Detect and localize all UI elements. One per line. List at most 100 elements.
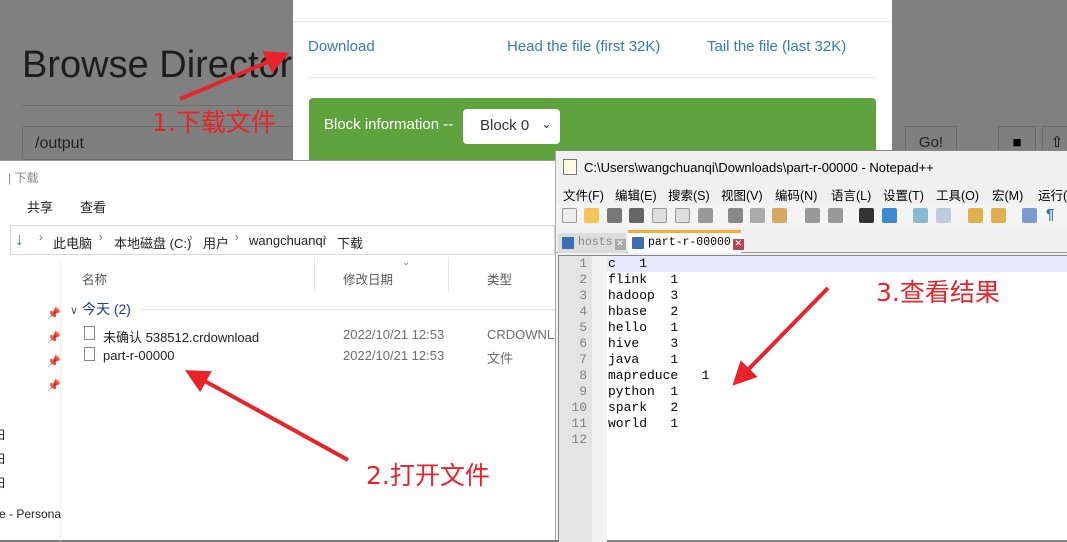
column-header-type[interactable]: 类型 bbox=[487, 269, 512, 288]
copy-icon[interactable] bbox=[750, 208, 765, 223]
head-file-link[interactable]: Head the file (first 32K) bbox=[507, 38, 660, 55]
file-row[interactable]: 未确认 538512.crdownload 2022/10/21 12:53 C… bbox=[62, 324, 564, 345]
chevron-right-icon: › bbox=[99, 232, 103, 244]
saved-file-icon bbox=[562, 237, 574, 249]
tail-file-link[interactable]: Tail the file (last 32K) bbox=[707, 38, 846, 55]
word-wrap-icon[interactable] bbox=[1022, 208, 1037, 223]
window-title: C:\Users\wangchuanqi\Downloads\part-r-00… bbox=[584, 160, 934, 175]
menu-bar: 文件(F) 编辑(E) 搜索(S) 视图(V) 编码(N) 语言(L) 设置(T… bbox=[556, 183, 1067, 203]
file-icon bbox=[84, 326, 95, 340]
show-all-characters-icon[interactable]: ¶ bbox=[1046, 206, 1054, 223]
annotation-step1: 1.下载文件 bbox=[152, 108, 276, 137]
chevron-right-icon: › bbox=[235, 232, 239, 244]
group-header-today[interactable]: ∨ 今天 (2) bbox=[70, 299, 131, 319]
file-name: part-r-00000 bbox=[103, 348, 175, 363]
divider bbox=[60, 261, 61, 541]
menu-file[interactable]: 文件(F) bbox=[563, 185, 604, 204]
pin-icon[interactable]: 📌 bbox=[47, 379, 61, 392]
open-file-icon[interactable] bbox=[584, 208, 599, 223]
download-arrow-icon: ↓ bbox=[15, 229, 24, 249]
sort-chevron-icon: ⌄ bbox=[402, 257, 411, 268]
menu-search[interactable]: 搜索(S) bbox=[668, 185, 710, 204]
fold-margin bbox=[592, 256, 607, 542]
breadcrumb-item[interactable]: 本地磁盘 (C:) bbox=[114, 233, 191, 252]
page-title: Browse Director bbox=[22, 44, 293, 86]
sync-horizontal-icon[interactable] bbox=[991, 208, 1006, 223]
divider bbox=[293, 21, 892, 22]
nav-item[interactable]: 日 bbox=[0, 426, 6, 443]
menu-edit[interactable]: 编辑(E) bbox=[615, 185, 657, 204]
save-icon[interactable] bbox=[607, 208, 622, 223]
close-icon[interactable] bbox=[652, 208, 667, 223]
replace-icon[interactable] bbox=[882, 208, 897, 223]
file-icon bbox=[84, 347, 95, 361]
block-label: Block information -- bbox=[324, 116, 454, 133]
nav-item[interactable]: 日 bbox=[0, 450, 6, 467]
address-bar[interactable]: ↓ › 此电脑 › 本地磁盘 (C:) › 用户 › wangchuanqi ›… bbox=[10, 225, 555, 255]
redo-icon[interactable] bbox=[828, 208, 843, 223]
zoom-in-icon[interactable] bbox=[913, 208, 928, 223]
save-all-icon[interactable] bbox=[629, 208, 644, 223]
pin-icon[interactable]: 📌 bbox=[47, 355, 61, 368]
file-date: 2022/10/21 12:53 bbox=[343, 348, 445, 363]
toolbar: ¶ bbox=[556, 204, 1067, 228]
divider bbox=[448, 257, 449, 291]
file-info-modal: Download Head the file (first 32K) Tail … bbox=[293, 0, 892, 165]
nav-item[interactable]: e - Persona bbox=[0, 507, 61, 521]
menu-language[interactable]: 语言(L) bbox=[831, 185, 871, 204]
line-number-gutter: 1 2 3 4 5 6 7 8 9 10 11 12 bbox=[559, 256, 592, 542]
new-file-icon[interactable] bbox=[562, 208, 577, 223]
breadcrumb-item[interactable]: 用户 bbox=[203, 233, 229, 252]
chevron-right-icon: › bbox=[39, 232, 43, 244]
close-tab-icon[interactable]: ✕ bbox=[732, 239, 744, 250]
chevron-right-icon: › bbox=[189, 232, 193, 244]
notepad-plus-plus-window: C:\Users\wangchuanqi\Downloads\part-r-00… bbox=[555, 150, 1067, 542]
saved-file-icon bbox=[632, 237, 644, 249]
zoom-out-icon[interactable] bbox=[936, 208, 951, 223]
menu-view[interactable]: 视图(V) bbox=[721, 185, 763, 204]
undo-icon[interactable] bbox=[805, 208, 820, 223]
divider bbox=[314, 257, 315, 291]
print-icon[interactable] bbox=[698, 208, 713, 223]
ribbon-tab-share[interactable]: 共享 bbox=[27, 197, 53, 216]
chevron-right-icon: › bbox=[323, 232, 327, 244]
paste-icon[interactable] bbox=[772, 208, 787, 223]
annotation-step2: 2.打开文件 bbox=[366, 461, 490, 490]
ribbon-tab-view[interactable]: 查看 bbox=[80, 197, 106, 216]
sync-vertical-icon[interactable] bbox=[968, 208, 983, 223]
window-title: | 下载 bbox=[8, 171, 39, 185]
menu-tools[interactable]: 工具(O) bbox=[936, 185, 979, 204]
chevron-down-icon: ⌄ bbox=[541, 116, 552, 131]
breadcrumb-item[interactable]: 此电脑 bbox=[53, 233, 92, 252]
download-link[interactable]: Download bbox=[308, 38, 375, 55]
tab-bar: hosts ✕ part-r-00000 ✕ bbox=[556, 229, 1067, 253]
tab-part-r-00000[interactable]: part-r-00000 ✕ bbox=[628, 230, 744, 253]
file-content[interactable]: c 1 flink 1 hadoop 3 hbase 2 hello 1 hiv… bbox=[608, 256, 709, 432]
file-name: 未确认 538512.crdownload bbox=[103, 330, 260, 345]
nav-item[interactable]: 日 bbox=[0, 474, 6, 491]
pin-icon[interactable]: 📌 bbox=[47, 331, 61, 344]
column-header-name[interactable]: 名称 bbox=[82, 269, 107, 288]
breadcrumb-item[interactable]: wangchuanqi bbox=[249, 233, 326, 248]
menu-run[interactable]: 运行(R) bbox=[1038, 185, 1067, 204]
menu-encoding[interactable]: 编码(N) bbox=[775, 185, 817, 204]
chevron-down-icon: ∨ bbox=[70, 305, 79, 317]
close-tab-icon[interactable]: ✕ bbox=[614, 239, 626, 250]
menu-settings[interactable]: 设置(T) bbox=[883, 185, 924, 204]
file-date: 2022/10/21 12:53 bbox=[343, 327, 445, 342]
divider bbox=[309, 77, 876, 78]
close-all-icon[interactable] bbox=[675, 208, 690, 223]
column-header-date[interactable]: 修改日期 bbox=[343, 269, 393, 288]
annotation-step3: 3.查看结果 bbox=[876, 278, 1000, 307]
block-select[interactable]: Block 0 ⌄ bbox=[463, 109, 560, 144]
file-type: CRDOWNLO bbox=[487, 327, 565, 342]
file-type: 文件 bbox=[487, 351, 514, 366]
file-row[interactable]: part-r-00000 2022/10/21 12:53 文件 bbox=[62, 345, 555, 366]
pin-icon[interactable]: 📌 bbox=[47, 307, 61, 320]
breadcrumb-item[interactable]: 下载 bbox=[337, 233, 363, 252]
divider bbox=[140, 309, 555, 310]
tab-hosts[interactable]: hosts ✕ bbox=[558, 233, 626, 253]
menu-macro[interactable]: 宏(M) bbox=[992, 185, 1023, 204]
find-icon[interactable] bbox=[859, 208, 874, 223]
cut-icon[interactable] bbox=[728, 208, 743, 223]
